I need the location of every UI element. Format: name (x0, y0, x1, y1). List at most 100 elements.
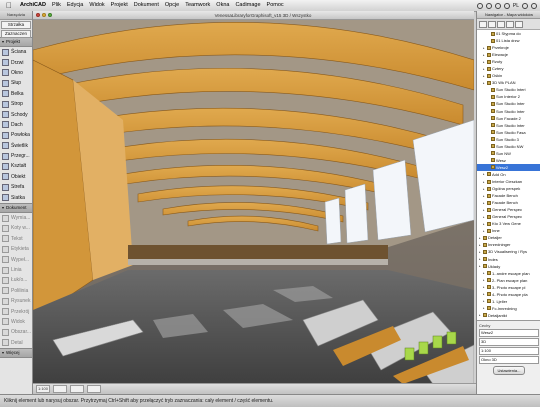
tool-button[interactable]: Linia (0, 265, 32, 275)
navigator-options-button[interactable] (515, 20, 523, 28)
menu-edycja[interactable]: Edycja (64, 0, 87, 11)
view-map-item[interactable]: Sun Studio Interi (477, 86, 540, 93)
tool-button[interactable]: Koty w... (0, 223, 32, 233)
toolbox-section-header[interactable]: ▾ Projekt (0, 37, 32, 47)
view-map-item[interactable]: ▸ Facade Bench (477, 192, 540, 199)
tool-button[interactable]: Widok (0, 317, 32, 327)
3d-scene-render[interactable] (33, 20, 474, 384)
zoom-out-button[interactable] (70, 385, 85, 393)
view-map-item[interactable]: ▸ Indes (477, 256, 540, 263)
tool-button[interactable]: Łuk/o... (0, 275, 32, 285)
view-settings-button[interactable]: Ustawienia... (493, 366, 525, 375)
view-map-item[interactable]: ▸ Kto 3 Vew Gene (477, 220, 540, 227)
tool-button[interactable]: Drzwi (0, 57, 32, 67)
view-map-item[interactable]: ▸ 3D Visualisering / Rys (477, 248, 540, 255)
view-map-button[interactable] (488, 20, 496, 28)
view-map-item[interactable]: Sun Facade 2 (477, 115, 540, 122)
expand-arrow-icon[interactable]: ▸ (483, 292, 486, 296)
view-map-item[interactable]: ▸ Innredninger (477, 241, 540, 248)
view-map-item[interactable]: 01 Stypma do (477, 30, 540, 37)
expand-arrow-icon[interactable]: ▸ (479, 264, 482, 268)
view-map-item[interactable]: 01 Lista drzw (477, 37, 540, 44)
view-map-item[interactable]: Wesz (477, 157, 540, 164)
view-map-item[interactable]: Sun Studio Inter (477, 108, 540, 115)
expand-arrow-icon[interactable]: ▸ (483, 215, 486, 219)
tool-button[interactable]: Przekrój (0, 306, 32, 316)
expand-arrow-icon[interactable]: ▸ (479, 243, 482, 247)
view-map-item[interactable]: ▸ Add On (477, 171, 540, 178)
arrow-tool[interactable]: Strzałka (1, 21, 31, 29)
menu-teamwork[interactable]: Teamwork (182, 0, 213, 11)
view-map-item[interactable]: ▸ General Perspec (477, 213, 540, 220)
tool-button[interactable]: Ściana (0, 47, 32, 57)
view-map-item[interactable]: ▸ Detaljantkt (477, 312, 540, 319)
view-map-item[interactable]: ▸ 3- Photo escape pl (477, 284, 540, 291)
menu-dokument[interactable]: Dokument (131, 0, 162, 11)
view-map-item[interactable]: ▸ Ośkin (477, 72, 540, 79)
tool-button[interactable]: Strefa (0, 182, 32, 192)
menu-plik[interactable]: Plik (49, 0, 64, 11)
view-map-item[interactable]: ▸ 4- Photo escape pla (477, 291, 540, 298)
view-map-item[interactable]: ▸ Inne (477, 227, 540, 234)
expand-arrow-icon[interactable]: ▸ (483, 222, 486, 226)
expand-arrow-icon[interactable]: ▸ (479, 313, 482, 317)
view-map-item[interactable]: ▸ Uklady (477, 263, 540, 270)
view-map-item[interactable]: ▸ 1. Ljeller (477, 298, 540, 305)
zoom-in-button[interactable] (53, 385, 68, 393)
menu-projekt[interactable]: Projekt (108, 0, 131, 11)
view-map-item[interactable]: Sun Studio Inter (477, 100, 540, 107)
expand-arrow-icon[interactable]: ▸ (483, 278, 486, 282)
expand-arrow-icon[interactable]: ▸ (479, 236, 482, 240)
tool-button[interactable]: Obszar... (0, 327, 32, 337)
toolbox-section-header[interactable]: ▾ Więcej (0, 347, 32, 358)
tool-button[interactable]: Przegr... (0, 151, 32, 161)
tool-button[interactable]: Belka (0, 89, 32, 99)
tool-button[interactable]: Wypeł... (0, 254, 32, 264)
tool-button[interactable]: Kształt (0, 161, 32, 171)
expand-arrow-icon[interactable]: ▸ (483, 208, 486, 212)
layout-book-button[interactable] (497, 20, 505, 28)
tool-button[interactable]: Detal (0, 338, 32, 348)
wifi-icon[interactable] (494, 2, 501, 9)
view-map-item[interactable]: ▸ Detaljer (477, 234, 540, 241)
view-map-item[interactable]: Sun Studio Inter (477, 122, 540, 129)
view-map-item[interactable]: ▸ Cztery (477, 65, 540, 72)
view-map-item[interactable]: Wesz2 (477, 163, 540, 171)
tool-button[interactable]: Obiekt (0, 172, 32, 182)
minimize-window-button[interactable] (42, 13, 46, 17)
tool-button[interactable]: Strop (0, 99, 32, 109)
tool-button[interactable]: Dach (0, 120, 32, 130)
view-layers-field[interactable]: Okno 3D (479, 356, 539, 364)
app-menu[interactable]: ArchiCAD (17, 0, 49, 11)
menu-okna[interactable]: Okna (213, 0, 232, 11)
apple-menu-icon[interactable]:  (5, 1, 13, 10)
menu-opcje[interactable]: Opcje (162, 0, 182, 11)
tool-button[interactable]: Rysunek (0, 296, 32, 306)
menu-pomoc[interactable]: Pomoc (264, 0, 287, 11)
tool-button[interactable]: Powłoka (0, 130, 32, 140)
expand-arrow-icon[interactable]: ▸ (483, 306, 486, 310)
view-type-field[interactable]: 3D (479, 338, 539, 346)
expand-arrow-icon[interactable]: ▸ (483, 180, 486, 184)
menu-cadimage[interactable]: Cadimage (232, 0, 263, 11)
view-map-item[interactable]: Sun Studio 3 (477, 136, 540, 143)
view-map-item[interactable]: ▸ General Perspec (477, 206, 540, 213)
sync-icon[interactable] (476, 2, 483, 9)
view-map-item[interactable]: ▸ Przekroje (477, 44, 540, 51)
bluetooth-icon[interactable] (485, 2, 492, 9)
marquee-tool[interactable]: Zaznaczen (1, 30, 31, 38)
expand-arrow-icon[interactable]: ▸ (479, 250, 482, 254)
view-map-item[interactable]: Sun NW (477, 150, 540, 157)
tool-button[interactable]: Polilinia (0, 286, 32, 296)
expand-arrow-icon[interactable]: ▸ (483, 53, 486, 57)
project-map-button[interactable] (479, 20, 487, 28)
expand-arrow-icon[interactable]: ▸ (483, 81, 486, 85)
expand-arrow-icon[interactable]: ▸ (483, 60, 486, 64)
input-flag[interactable]: PL (513, 3, 519, 9)
tool-button[interactable]: Etykieta (0, 244, 32, 254)
view-map-item[interactable]: Sun Studio Fasa (477, 129, 540, 136)
expand-arrow-icon[interactable]: ▸ (483, 271, 486, 275)
tool-button[interactable]: Tekst (0, 234, 32, 244)
tool-button[interactable]: Okno (0, 68, 32, 78)
disclosure-triangle-icon[interactable]: ▾ (2, 204, 4, 212)
